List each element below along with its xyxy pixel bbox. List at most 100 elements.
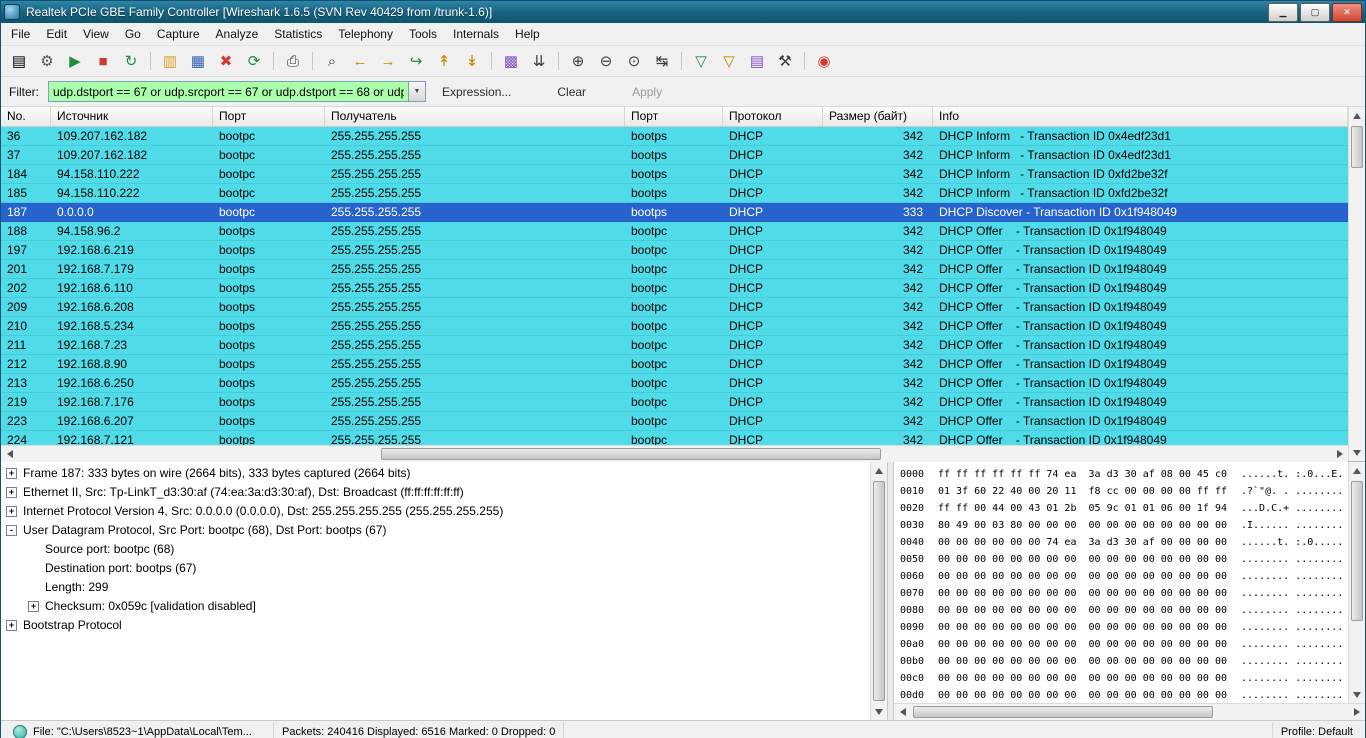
- vscroll-thumb[interactable]: [1351, 126, 1363, 168]
- hex-row[interactable]: 0020 ff ff 00 44 00 43 01 2b 05 9c 01 01…: [900, 500, 1348, 517]
- go-top-icon[interactable]: ↟: [431, 49, 457, 73]
- hex-row[interactable]: 0060 00 00 00 00 00 00 00 00 00 00 00 00…: [900, 568, 1348, 585]
- menu-analyze[interactable]: Analyze: [208, 24, 267, 44]
- coloring-rules-icon[interactable]: ▤: [744, 49, 770, 73]
- expander-icon[interactable]: +: [6, 620, 17, 631]
- menu-internals[interactable]: Internals: [445, 24, 507, 44]
- hex-row[interactable]: 0070 00 00 00 00 00 00 00 00 00 00 00 00…: [900, 585, 1348, 602]
- scroll-down-arrow[interactable]: [1349, 445, 1364, 460]
- display-filters-icon[interactable]: ▽: [716, 49, 742, 73]
- scroll-left-arrow[interactable]: [895, 704, 910, 719]
- menu-tools[interactable]: Tools: [401, 24, 445, 44]
- scroll-down-arrow[interactable]: [1349, 687, 1364, 702]
- zoom-out-icon[interactable]: ⊖: [593, 49, 619, 73]
- expander-icon[interactable]: -: [6, 525, 17, 536]
- packet-row[interactable]: 197 192.168.6.219 bootps 255.255.255.255…: [1, 241, 1348, 260]
- capture-options-icon[interactable]: ⚙: [34, 49, 60, 73]
- col-info[interactable]: Info: [933, 107, 1348, 126]
- hscroll-thumb[interactable]: [381, 448, 881, 460]
- pane-splitter[interactable]: [887, 462, 894, 720]
- col-destination[interactable]: Получатель: [325, 107, 625, 126]
- scroll-right-arrow[interactable]: [1332, 446, 1347, 461]
- detail-row[interactable]: Destination port: bootps (67): [1, 559, 870, 578]
- packet-row[interactable]: 213 192.168.6.250 bootps 255.255.255.255…: [1, 374, 1348, 393]
- zoom-100-icon[interactable]: ⊙: [621, 49, 647, 73]
- go-forward-icon[interactable]: →: [375, 49, 401, 73]
- col-no[interactable]: No.: [1, 107, 51, 126]
- hex-row[interactable]: 0040 00 00 00 00 00 00 74 ea 3a d3 30 af…: [900, 534, 1348, 551]
- hscroll-thumb[interactable]: [913, 706, 1213, 718]
- preferences-icon[interactable]: ⚒: [772, 49, 798, 73]
- packet-row[interactable]: 219 192.168.7.176 bootps 255.255.255.255…: [1, 393, 1348, 412]
- packet-row[interactable]: 201 192.168.7.179 bootps 255.255.255.255…: [1, 260, 1348, 279]
- hex-row[interactable]: 00b0 00 00 00 00 00 00 00 00 00 00 00 00…: [900, 653, 1348, 670]
- detail-row[interactable]: Source port: bootpc (68): [1, 540, 870, 559]
- col-protocol[interactable]: Протокол: [723, 107, 823, 126]
- colorize-icon[interactable]: ▩: [498, 49, 524, 73]
- print-icon[interactable]: ⎙: [280, 49, 306, 73]
- start-capture-icon[interactable]: ▶: [62, 49, 88, 73]
- close-button[interactable]: ✕: [1332, 2, 1362, 22]
- restart-capture-icon[interactable]: ↻: [118, 49, 144, 73]
- hex-row[interactable]: 0030 80 49 00 03 80 00 00 00 00 00 00 00…: [900, 517, 1348, 534]
- hex-row[interactable]: 0050 00 00 00 00 00 00 00 00 00 00 00 00…: [900, 551, 1348, 568]
- col-src-port[interactable]: Порт: [213, 107, 325, 126]
- detail-row[interactable]: + Frame 187: 333 bytes on wire (2664 bit…: [1, 464, 870, 483]
- col-length[interactable]: Размер (байт): [823, 107, 933, 126]
- packet-row[interactable]: 187 0.0.0.0 bootpc 255.255.255.255 bootp…: [1, 203, 1348, 222]
- go-bottom-icon[interactable]: ↡: [459, 49, 485, 73]
- detail-row[interactable]: + Checksum: 0x059c [validation disabled]: [1, 597, 870, 616]
- scroll-right-arrow[interactable]: [1349, 704, 1364, 719]
- menu-capture[interactable]: Capture: [149, 24, 208, 44]
- packet-row[interactable]: 202 192.168.6.110 bootps 255.255.255.255…: [1, 279, 1348, 298]
- packet-row[interactable]: 37 109.207.162.182 bootpc 255.255.255.25…: [1, 146, 1348, 165]
- hex-vscrollbar[interactable]: [1348, 462, 1365, 703]
- packet-row[interactable]: 210 192.168.5.234 bootps 255.255.255.255…: [1, 317, 1348, 336]
- scroll-up-arrow[interactable]: [1349, 463, 1364, 478]
- expander-icon[interactable]: +: [28, 601, 39, 612]
- expander-icon[interactable]: +: [6, 487, 17, 498]
- packet-row[interactable]: 212 192.168.8.90 bootps 255.255.255.255 …: [1, 355, 1348, 374]
- scroll-left-arrow[interactable]: [2, 446, 17, 461]
- packet-row[interactable]: 185 94.158.110.222 bootpc 255.255.255.25…: [1, 184, 1348, 203]
- expander-icon[interactable]: +: [6, 506, 17, 517]
- save-file-icon[interactable]: ▦: [185, 49, 211, 73]
- scroll-up-arrow[interactable]: [1349, 108, 1364, 123]
- detail-row[interactable]: + Bootstrap Protocol: [1, 616, 870, 635]
- packet-row[interactable]: 211 192.168.7.23 bootps 255.255.255.255 …: [1, 336, 1348, 355]
- minimize-button[interactable]: ▁: [1268, 2, 1298, 22]
- capture-filters-icon[interactable]: ▽: [688, 49, 714, 73]
- col-source[interactable]: Источник: [51, 107, 213, 126]
- menu-go[interactable]: Go: [117, 24, 149, 44]
- hex-row[interactable]: 00c0 00 00 00 00 00 00 00 00 00 00 00 00…: [900, 670, 1348, 687]
- packet-row[interactable]: 209 192.168.6.208 bootps 255.255.255.255…: [1, 298, 1348, 317]
- hex-row[interactable]: 0000 ff ff ff ff ff ff 74 ea 3a d3 30 af…: [900, 466, 1348, 483]
- hex-row[interactable]: 00a0 00 00 00 00 00 00 00 00 00 00 00 00…: [900, 636, 1348, 653]
- vscroll-thumb[interactable]: [873, 481, 885, 701]
- autoscroll-icon[interactable]: ⇊: [526, 49, 552, 73]
- go-back-icon[interactable]: ←: [347, 49, 373, 73]
- packet-list-vscrollbar[interactable]: [1348, 107, 1365, 461]
- packet-row[interactable]: 184 94.158.110.222 bootpc 255.255.255.25…: [1, 165, 1348, 184]
- menu-telephony[interactable]: Telephony: [330, 24, 401, 44]
- status-profile-text[interactable]: Profile: Default: [1271, 723, 1361, 738]
- expert-info-icon[interactable]: [13, 725, 27, 738]
- open-file-icon[interactable]: ▥: [157, 49, 183, 73]
- apply-button[interactable]: Apply: [632, 85, 662, 99]
- packet-row[interactable]: 188 94.158.96.2 bootps 255.255.255.255 b…: [1, 222, 1348, 241]
- reload-icon[interactable]: ⟳: [241, 49, 267, 73]
- detail-row[interactable]: + Internet Protocol Version 4, Src: 0.0.…: [1, 502, 870, 521]
- goto-packet-icon[interactable]: ↪: [403, 49, 429, 73]
- menu-view[interactable]: View: [75, 24, 117, 44]
- resize-columns-icon[interactable]: ↹: [649, 49, 675, 73]
- stop-capture-icon[interactable]: ■: [90, 49, 116, 73]
- vscroll-thumb[interactable]: [1351, 481, 1363, 621]
- detail-row[interactable]: + Ethernet II, Src: Tp-LinkT_d3:30:af (7…: [1, 483, 870, 502]
- expander-icon[interactable]: +: [6, 468, 17, 479]
- hex-row[interactable]: 0090 00 00 00 00 00 00 00 00 00 00 00 00…: [900, 619, 1348, 636]
- packet-row[interactable]: 223 192.168.6.207 bootps 255.255.255.255…: [1, 412, 1348, 431]
- menu-statistics[interactable]: Statistics: [266, 24, 330, 44]
- hex-row[interactable]: 0010 01 3f 60 22 40 00 20 11 f8 cc 00 00…: [900, 483, 1348, 500]
- detail-row[interactable]: - User Datagram Protocol, Src Port: boot…: [1, 521, 870, 540]
- hex-row[interactable]: 00d0 00 00 00 00 00 00 00 00 00 00 00 00…: [900, 687, 1348, 703]
